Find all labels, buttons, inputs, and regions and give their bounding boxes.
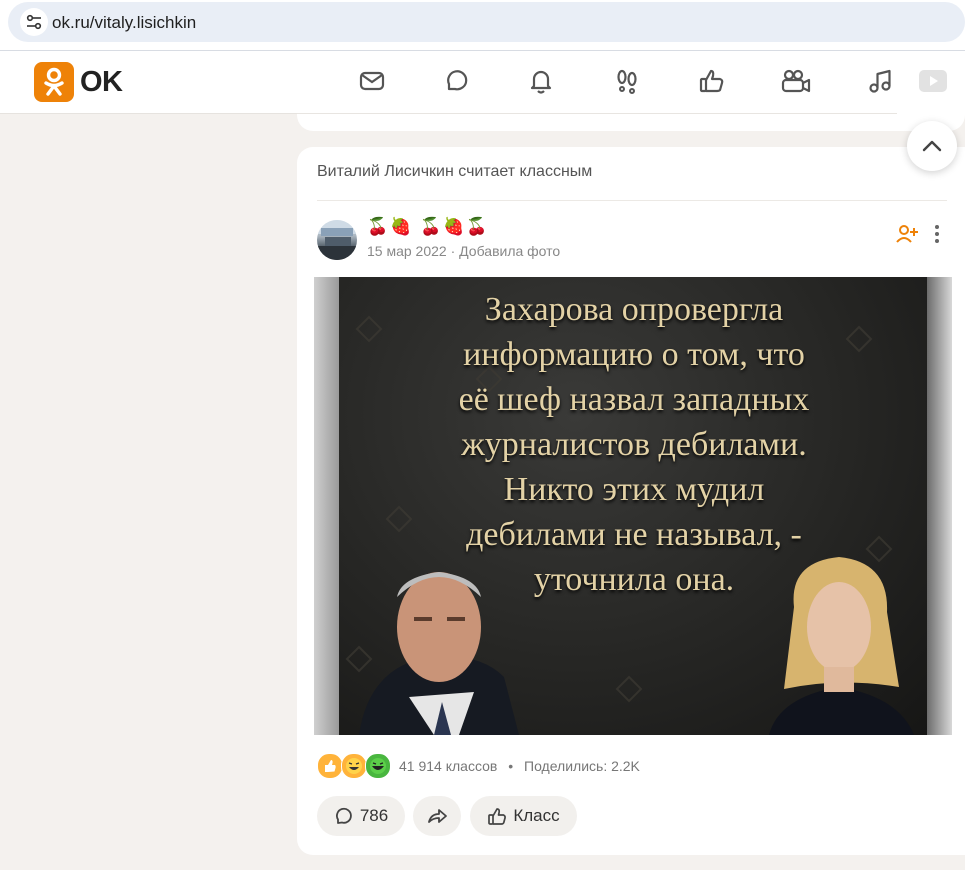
thumbs-up-icon xyxy=(488,808,507,825)
photo-blur-left xyxy=(314,277,339,735)
author-name[interactable]: 🍒🍓 🍒🍓🍒 xyxy=(367,217,490,237)
chevron-up-icon xyxy=(922,140,942,152)
notifications-icon[interactable] xyxy=(525,65,557,97)
video-icon[interactable] xyxy=(780,65,812,97)
logo-text[interactable]: OK xyxy=(80,66,123,99)
guests-icon[interactable] xyxy=(611,65,643,97)
laugh-reaction-icon xyxy=(341,753,367,779)
comments-button[interactable]: 786 xyxy=(317,796,405,836)
previous-post-card xyxy=(297,113,965,131)
share-icon xyxy=(428,809,447,823)
post-stats: 41 914 классов • Поделились: 2.2K xyxy=(399,758,640,774)
browser-toolbar: ok.ru/vitaly.lisichkin xyxy=(0,0,965,51)
post-action: Добавила фото xyxy=(459,243,561,259)
meta-separator: · xyxy=(450,243,456,259)
reaction-icons[interactable] xyxy=(317,753,391,779)
likes-count[interactable]: 41 914 классов xyxy=(399,758,497,774)
feed-post-card: Виталий Лисичкин считает классным 🍒🍓 🍒🍓🍒… xyxy=(297,147,965,855)
discussions-icon[interactable] xyxy=(441,65,473,97)
site-header: OK xyxy=(0,51,965,114)
share-button[interactable] xyxy=(413,796,461,836)
post-meta: 15 мар 2022 · Добавила фото xyxy=(367,243,560,259)
ok-logo-icon[interactable] xyxy=(34,62,74,102)
lol-reaction-icon xyxy=(365,753,391,779)
comment-icon xyxy=(335,807,352,824)
divider xyxy=(317,200,947,201)
divider xyxy=(297,113,897,114)
events-icon[interactable] xyxy=(696,65,728,97)
url-text[interactable]: ok.ru/vitaly.lisichkin xyxy=(52,13,196,33)
site-info-icon[interactable] xyxy=(20,8,48,36)
avatar[interactable] xyxy=(317,220,357,260)
videos-icon[interactable] xyxy=(916,65,950,97)
more-options-icon[interactable] xyxy=(925,221,949,247)
add-friend-icon[interactable] xyxy=(895,222,919,246)
stats-separator: • xyxy=(508,758,514,774)
class-button[interactable]: Класс xyxy=(470,796,577,836)
shares-count[interactable]: Поделились: 2.2K xyxy=(524,758,640,774)
music-icon[interactable] xyxy=(864,65,896,97)
messages-icon[interactable] xyxy=(356,65,388,97)
post-date[interactable]: 15 мар 2022 xyxy=(367,243,447,259)
photo-image: Захарова опровергла информацию о том, чт… xyxy=(339,277,929,735)
post-photo[interactable]: Захарова опровергла информацию о том, чт… xyxy=(314,277,952,735)
class-label: Класс xyxy=(513,806,560,825)
photo-caption-text: Захарова опровергла информацию о том, чт… xyxy=(458,291,810,598)
like-reaction-icon xyxy=(317,753,343,779)
address-bar[interactable]: ok.ru/vitaly.lisichkin xyxy=(8,2,965,42)
scroll-to-top-button[interactable] xyxy=(907,121,957,171)
comments-count: 786 xyxy=(359,806,389,825)
post-context-header[interactable]: Виталий Лисичкин считает классным xyxy=(317,163,592,181)
photo-blur-right xyxy=(927,277,952,735)
